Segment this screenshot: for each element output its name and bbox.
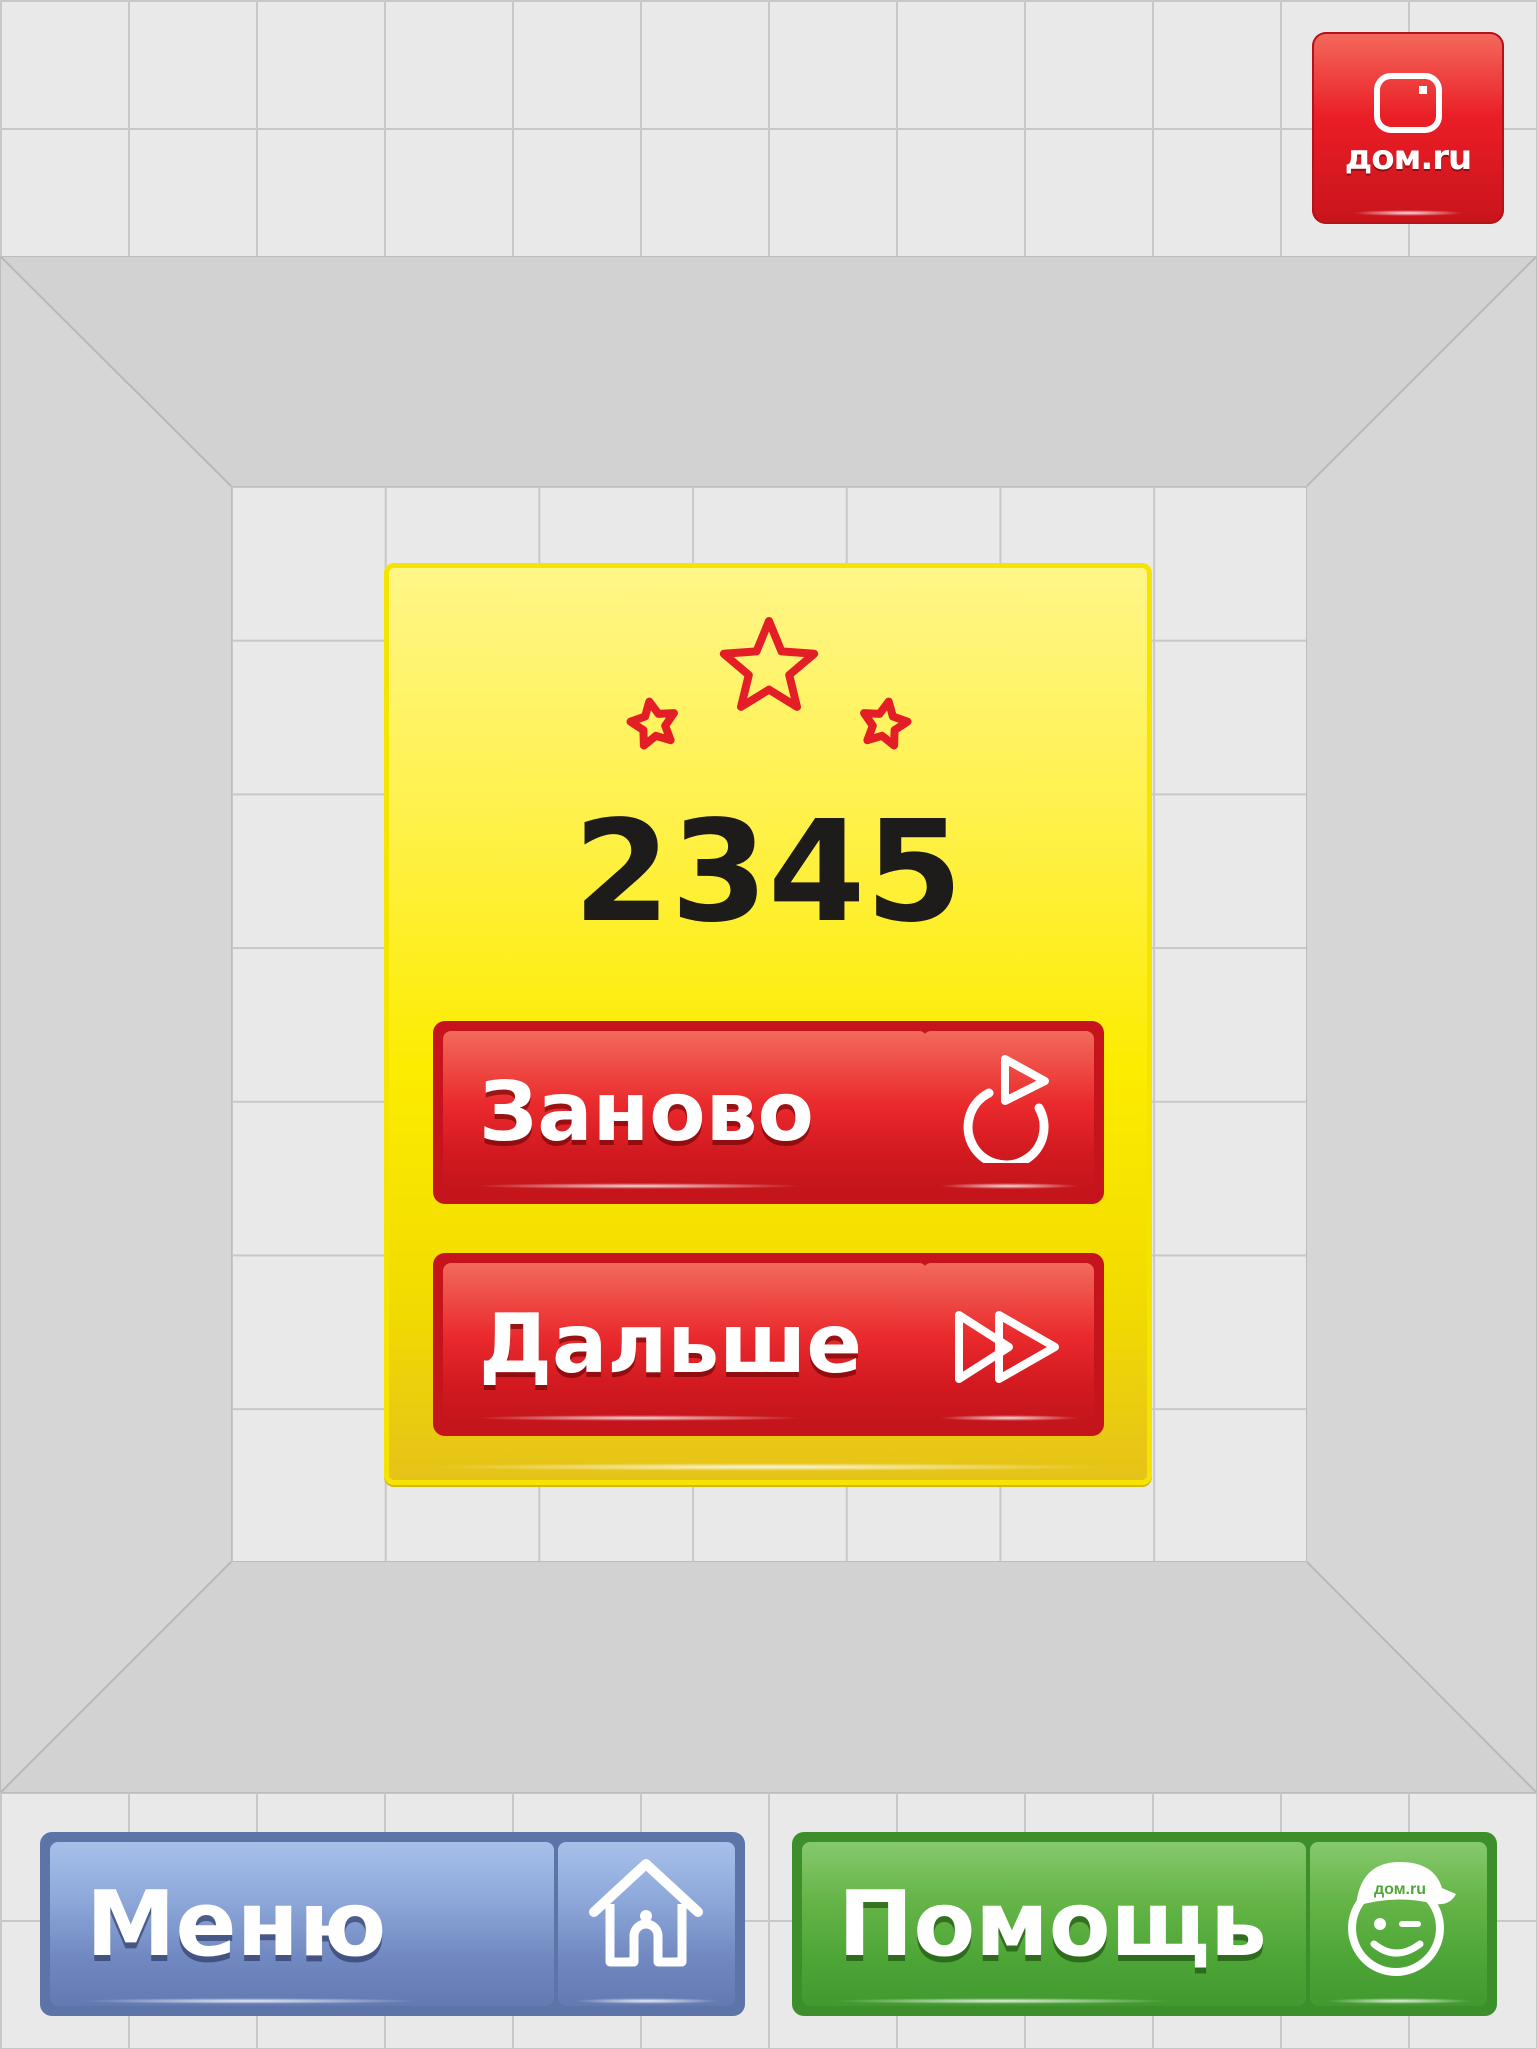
shine bbox=[832, 1998, 1172, 2004]
shine bbox=[473, 1415, 803, 1421]
restart-button[interactable]: Заново bbox=[433, 1021, 1104, 1204]
logo-text: дом.ru bbox=[1344, 138, 1473, 178]
restart-label: Заново bbox=[479, 1065, 814, 1160]
menu-label: Меню bbox=[86, 1871, 387, 1977]
next-button[interactable]: Дальше bbox=[433, 1253, 1104, 1436]
svg-text:дом.ru: дом.ru bbox=[1374, 1881, 1426, 1898]
shine bbox=[424, 1463, 1112, 1471]
help-button[interactable]: Помощь дом.ru bbox=[792, 1832, 1497, 2016]
next-label: Дальше bbox=[479, 1297, 862, 1392]
menu-button[interactable]: Меню bbox=[40, 1832, 745, 2016]
fast-forward-icon bbox=[955, 1311, 1059, 1383]
help-icon-face: дом.ru bbox=[1310, 1842, 1487, 2006]
mascot-face-icon: дом.ru bbox=[1348, 1862, 1456, 1976]
shine bbox=[1326, 1998, 1472, 2004]
score-value: 2345 bbox=[573, 791, 963, 954]
menu-icon-face bbox=[558, 1842, 735, 2006]
shine bbox=[574, 1998, 720, 2004]
shine bbox=[939, 1415, 1079, 1421]
shine bbox=[939, 1183, 1079, 1189]
restart-button-face: Заново bbox=[443, 1031, 927, 1194]
restart-icon-face bbox=[923, 1031, 1094, 1194]
help-label: Помощь bbox=[838, 1871, 1267, 1977]
shine bbox=[473, 1183, 803, 1189]
help-button-face: Помощь bbox=[802, 1842, 1306, 2006]
next-button-face: Дальше bbox=[443, 1263, 927, 1426]
tv-icon bbox=[1374, 73, 1442, 133]
result-panel: 2345 Заново Дальше bbox=[384, 563, 1152, 1485]
domru-logo-button[interactable]: дом.ru bbox=[1312, 32, 1504, 224]
star-icon bbox=[626, 617, 912, 750]
next-icon-face bbox=[923, 1263, 1094, 1426]
menu-button-face: Меню bbox=[50, 1842, 554, 2006]
shine bbox=[1352, 210, 1464, 216]
shine bbox=[80, 1998, 420, 2004]
restart-icon bbox=[963, 1055, 1049, 1163]
home-icon bbox=[589, 1859, 703, 1967]
